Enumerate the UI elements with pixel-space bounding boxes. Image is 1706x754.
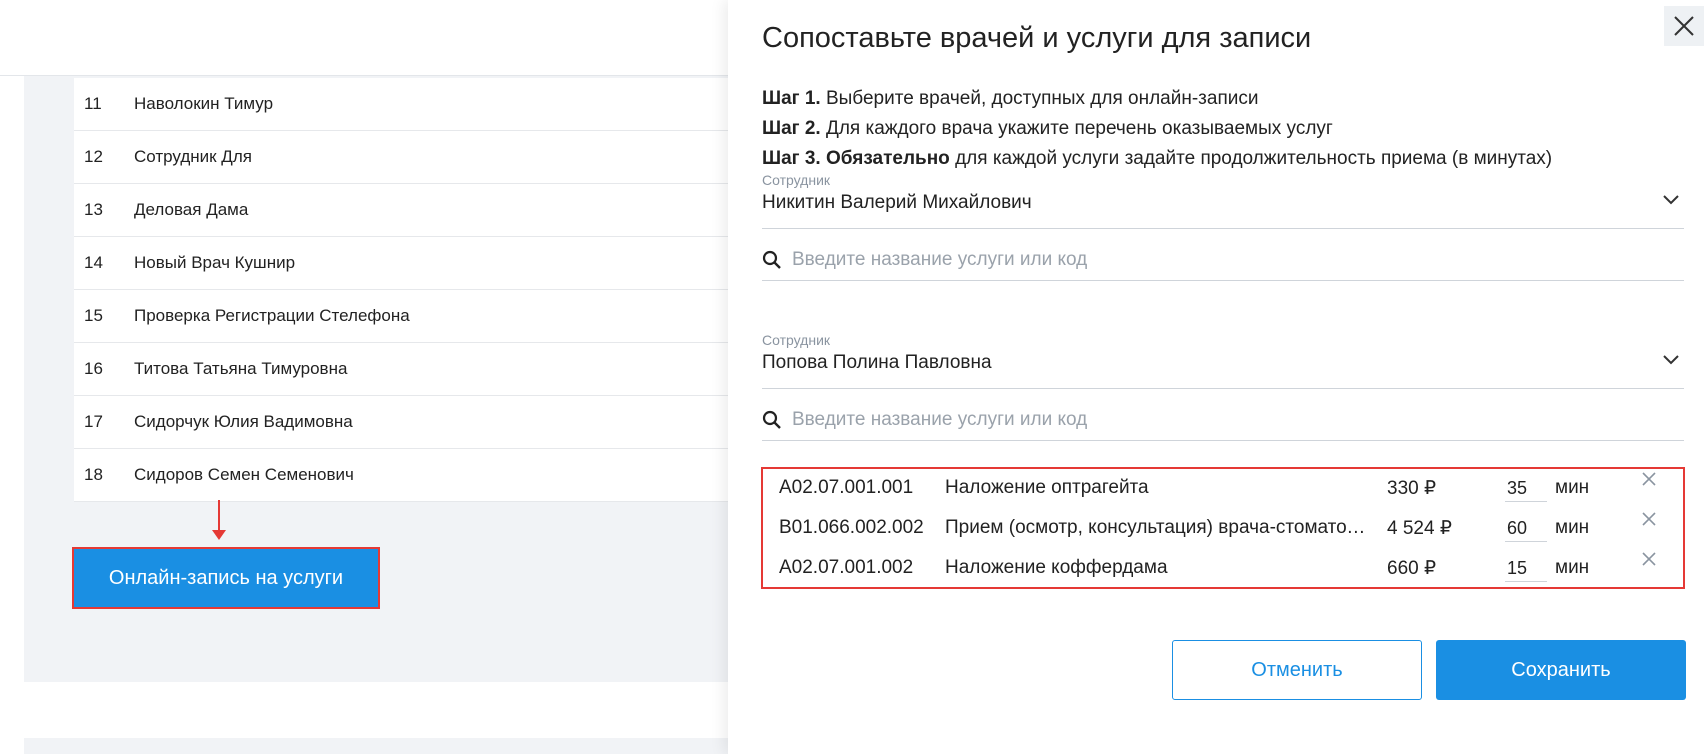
table-row[interactable]: 17 Сидорчук Юлия Вадимовна bbox=[74, 396, 728, 449]
save-button[interactable]: Сохранить bbox=[1436, 640, 1686, 700]
arrow-down-icon bbox=[218, 500, 220, 533]
service-name: Наложение оптрагейта bbox=[945, 477, 1149, 498]
service-name: Наложение коффердама bbox=[945, 557, 1168, 578]
employee-name: Проверка Регистрации Стелефона bbox=[134, 306, 410, 325]
online-booking-button[interactable]: Онлайн-запись на услуги bbox=[72, 547, 380, 609]
modal-title: Сопоставьте врачей и услуги для записи bbox=[762, 22, 1312, 54]
employee-select-value: Никитин Валерий Михайлович bbox=[762, 192, 1032, 213]
employee-select-label: Сотрудник bbox=[762, 172, 831, 188]
service-price: 4 524 ₽ bbox=[1387, 518, 1452, 539]
employee-name: Сотрудник Для bbox=[134, 147, 252, 166]
table-row[interactable]: 12 Сотрудник Для bbox=[74, 131, 728, 184]
top-bar bbox=[0, 0, 728, 76]
table-row[interactable]: 13 Деловая Дама bbox=[74, 184, 728, 237]
close-button[interactable] bbox=[1664, 6, 1704, 46]
service-price: 330 ₽ bbox=[1387, 478, 1437, 499]
employee-name: Новый Врач Кушнир bbox=[134, 253, 296, 272]
table-row[interactable]: 14 Новый Врач Кушнир bbox=[74, 237, 728, 290]
background-page: 11 Наволокин Тимур 12 Сотрудник Для 13 Д… bbox=[0, 0, 728, 754]
table-row[interactable]: 11 Наволокин Тимур bbox=[74, 78, 728, 131]
service-price: 660 ₽ bbox=[1387, 558, 1437, 579]
instructions: Шаг 1. Выберите врачей, доступных для он… bbox=[762, 84, 1552, 174]
row-number: 16 bbox=[84, 359, 103, 378]
employee-select[interactable]: Сотрудник Никитин Валерий Михайлович bbox=[762, 172, 1684, 229]
chevron-down-icon[interactable] bbox=[1662, 354, 1680, 366]
employee-name: Сидорчук Юлия Вадимовна bbox=[134, 412, 353, 431]
cancel-button[interactable]: Отменить bbox=[1172, 640, 1422, 700]
employee-name: Сидоров Семен Семенович bbox=[134, 465, 354, 484]
row-number: 12 bbox=[84, 147, 103, 166]
table-row[interactable]: 18 Сидоров Семен Семенович bbox=[74, 449, 728, 502]
chevron-down-icon[interactable] bbox=[1662, 194, 1680, 206]
remove-icon[interactable] bbox=[1639, 509, 1659, 529]
services-list: A02.07.001.001 Наложение оптрагейта 330 … bbox=[761, 467, 1685, 589]
employee-select[interactable]: Сотрудник Попова Полина Павловна bbox=[762, 332, 1684, 389]
row-number: 11 bbox=[84, 94, 102, 113]
duration-input[interactable] bbox=[1505, 475, 1547, 502]
remove-icon[interactable] bbox=[1639, 549, 1659, 569]
search-input[interactable] bbox=[790, 244, 1674, 276]
duration-unit: мин bbox=[1555, 517, 1590, 538]
step-2: Шаг 2. Для каждого врача укажите перечен… bbox=[762, 118, 1333, 139]
service-code: B01.066.002.002 bbox=[779, 517, 924, 538]
service-row: A02.07.001.002 Наложение коффердама 660 … bbox=[763, 549, 1683, 589]
search-input[interactable] bbox=[790, 404, 1674, 436]
close-icon bbox=[1674, 16, 1694, 36]
table-row[interactable]: 15 Проверка Регистрации Стелефона bbox=[74, 290, 728, 343]
row-number: 18 bbox=[84, 465, 103, 484]
search-icon bbox=[762, 410, 781, 429]
employee-name: Деловая Дама bbox=[134, 200, 249, 219]
duration-input[interactable] bbox=[1505, 555, 1547, 582]
employee-name: Наволокин Тимур bbox=[134, 94, 274, 113]
remove-icon[interactable] bbox=[1639, 469, 1659, 489]
employee-name: Титова Татьяна Тимуровна bbox=[134, 359, 348, 378]
employee-select-value: Попова Полина Павловна bbox=[762, 352, 992, 373]
service-code: A02.07.001.002 bbox=[779, 557, 914, 578]
service-code: A02.07.001.001 bbox=[779, 477, 914, 498]
service-search bbox=[762, 400, 1684, 441]
row-number: 17 bbox=[84, 412, 103, 431]
step-3: Шаг 3. Обязательно для каждой услуги зад… bbox=[762, 148, 1553, 169]
step-1: Шаг 1. Выберите врачей, доступных для он… bbox=[762, 88, 1259, 109]
duration-unit: мин bbox=[1555, 477, 1590, 498]
arrow-head bbox=[212, 530, 226, 540]
duration-input[interactable] bbox=[1505, 515, 1547, 542]
employee-select-label: Сотрудник bbox=[762, 332, 831, 348]
service-row: A02.07.001.001 Наложение оптрагейта 330 … bbox=[763, 469, 1683, 509]
row-number: 15 bbox=[84, 306, 103, 325]
mapping-modal: Сопоставьте врачей и услуги для записи Ш… bbox=[728, 0, 1706, 754]
duration-unit: мин bbox=[1555, 557, 1590, 578]
employee-table: 11 Наволокин Тимур 12 Сотрудник Для 13 Д… bbox=[74, 78, 728, 502]
content-panel-lower bbox=[24, 738, 728, 754]
service-row: B01.066.002.002 Прием (осмотр, консульта… bbox=[763, 509, 1683, 549]
table-row[interactable]: 16 Титова Татьяна Тимуровна bbox=[74, 343, 728, 396]
search-icon bbox=[762, 250, 781, 269]
service-search bbox=[762, 240, 1684, 281]
row-number: 13 bbox=[84, 200, 103, 219]
row-number: 14 bbox=[84, 253, 103, 272]
service-name: Прием (осмотр, консультация) врача-стома… bbox=[945, 517, 1375, 538]
